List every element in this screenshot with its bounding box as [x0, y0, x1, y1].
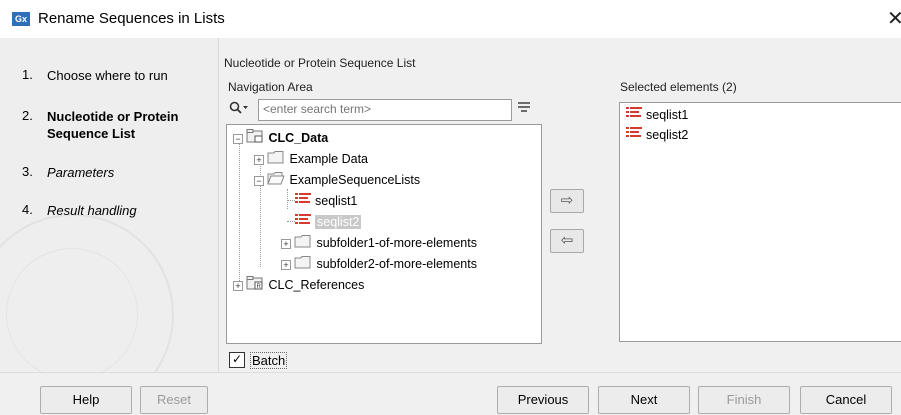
reference-folder-icon: R — [246, 276, 264, 295]
tree-node-seqlist2[interactable]: seqlist2 — [295, 213, 362, 232]
search-input[interactable] — [259, 100, 507, 118]
watermark-inner-icon — [6, 248, 138, 372]
batch-label[interactable]: Batch — [250, 352, 288, 369]
navigation-tree[interactable]: − CLC_Data + Example Data − ExampleSeque… — [226, 124, 542, 344]
previous-button[interactable]: Previous — [497, 386, 589, 414]
help-button[interactable]: Help — [40, 386, 132, 414]
title-bar: Gx Rename Sequences in Lists ✕ — [0, 0, 901, 38]
close-icon[interactable]: ✕ — [887, 6, 901, 31]
finish-button[interactable]: Finish — [698, 386, 790, 414]
tree-node-clc-references[interactable]: + R CLC_References — [233, 276, 364, 294]
tree-node-clc-data[interactable]: − CLC_Data — [233, 129, 328, 147]
search-icon[interactable] — [229, 101, 249, 118]
filter-icon[interactable] — [517, 100, 531, 118]
arrow-right-icon: ⇨ — [560, 192, 574, 209]
batch-checkbox[interactable]: ✓ — [229, 352, 245, 368]
folder-icon — [294, 234, 312, 253]
sequence-list-icon — [626, 106, 642, 125]
wizard-steps: 1. Choose where to run 2. Nucleotide or Pr… — [0, 38, 218, 372]
tree-node-subfolder2[interactable]: + subfolder2-of-more-elements — [281, 255, 477, 273]
tree-node-example-sequence-lists[interactable]: − ExampleSequenceLists — [254, 171, 420, 189]
arrow-left-icon: ⇦ — [560, 232, 574, 249]
sequence-list-icon — [295, 192, 311, 211]
reset-button[interactable]: Reset — [140, 386, 208, 414]
sequence-list-icon — [626, 126, 642, 145]
section-title: Nucleotide or Protein Sequence List — [224, 56, 416, 70]
list-item[interactable]: seqlist2 — [626, 126, 688, 144]
window-title: Rename Sequences in Lists — [38, 10, 225, 27]
app-icon: Gx — [12, 12, 30, 26]
expand-icon[interactable]: + — [281, 239, 291, 249]
tree-node-subfolder1[interactable]: + subfolder1-of-more-elements — [281, 234, 477, 252]
cancel-button[interactable]: Cancel — [800, 386, 892, 414]
folder-icon — [294, 255, 312, 274]
sidebar-divider — [218, 38, 219, 372]
list-item[interactable]: seqlist1 — [626, 106, 688, 124]
expand-icon[interactable]: + — [281, 260, 291, 270]
svg-text:R: R — [257, 284, 262, 290]
check-icon: ✓ — [231, 352, 243, 366]
selected-elements-label: Selected elements (2) — [620, 80, 737, 94]
database-folder-icon — [246, 129, 264, 148]
folder-icon — [267, 150, 285, 169]
remove-from-selected-button[interactable]: ⇦ — [550, 229, 584, 253]
expand-icon[interactable]: + — [233, 281, 243, 291]
tree-node-seqlist1[interactable]: seqlist1 — [295, 192, 357, 210]
collapse-icon[interactable]: − — [254, 176, 264, 186]
add-to-selected-button[interactable]: ⇨ — [550, 189, 584, 213]
selected-elements-list[interactable]: seqlist1 seqlist2 — [619, 102, 901, 342]
search-box[interactable] — [258, 99, 512, 121]
expand-icon[interactable]: + — [254, 155, 264, 165]
navigation-area-label: Navigation Area — [228, 80, 313, 94]
collapse-icon[interactable]: − — [233, 134, 243, 144]
next-button[interactable]: Next — [598, 386, 690, 414]
folder-open-icon — [267, 171, 286, 190]
sequence-list-icon — [295, 213, 311, 232]
tree-node-example-data[interactable]: + Example Data — [254, 150, 368, 168]
